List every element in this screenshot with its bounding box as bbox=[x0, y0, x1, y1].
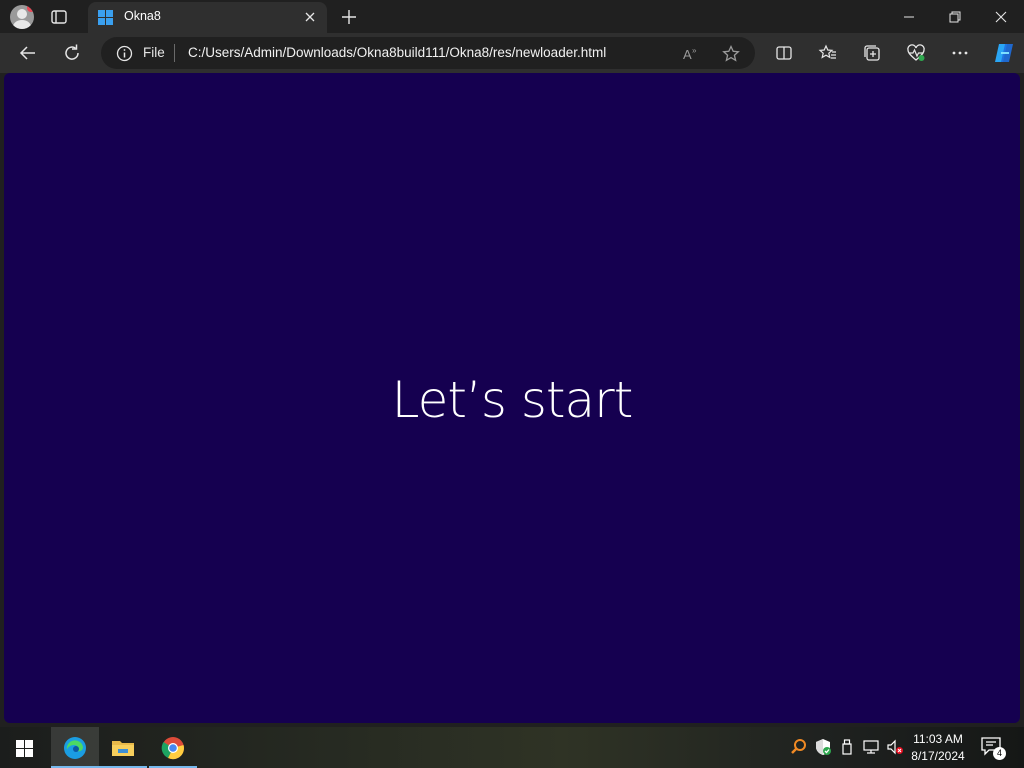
chrome-icon bbox=[161, 737, 184, 760]
copilot-icon[interactable] bbox=[990, 39, 1016, 65]
network-icon[interactable] bbox=[862, 738, 880, 756]
close-window-icon[interactable] bbox=[978, 0, 1024, 33]
new-tab-icon[interactable] bbox=[338, 6, 360, 28]
browser-toolbar: File C:/Users/Admin/Downloads/Okna8build… bbox=[0, 33, 1024, 73]
add-favorite-star-icon[interactable] bbox=[721, 44, 741, 64]
address-bar[interactable]: File C:/Users/Admin/Downloads/Okna8build… bbox=[101, 37, 755, 69]
tab-okna8[interactable]: Okna8 bbox=[88, 2, 327, 33]
tab-title: Okna8 bbox=[124, 9, 161, 23]
windows-start-icon bbox=[16, 740, 33, 757]
tab-actions-icon[interactable] bbox=[49, 7, 69, 27]
start-button[interactable] bbox=[0, 727, 48, 768]
clock-time: 11:03 AM bbox=[913, 732, 963, 746]
minimize-window-icon[interactable] bbox=[886, 0, 932, 33]
close-tab-icon[interactable] bbox=[301, 8, 319, 26]
edge-icon bbox=[64, 737, 86, 759]
windows-security-shield-icon[interactable] bbox=[814, 738, 832, 756]
split-screen-icon[interactable] bbox=[772, 41, 796, 65]
clock-date: 8/17/2024 bbox=[911, 749, 965, 763]
browser-tab-strip: Okna8 bbox=[0, 0, 1024, 33]
svg-text:A: A bbox=[683, 47, 692, 62]
usb-device-icon[interactable] bbox=[838, 738, 856, 756]
site-scheme-label[interactable]: File bbox=[143, 45, 165, 60]
page-viewport: Let’s start bbox=[4, 73, 1020, 723]
page-headline: Let’s start bbox=[391, 371, 634, 429]
info-icon[interactable] bbox=[116, 45, 133, 62]
address-divider bbox=[174, 44, 175, 62]
taskbar-app-chrome[interactable] bbox=[149, 727, 197, 768]
url-text[interactable]: C:/Users/Admin/Downloads/Okna8build111/O… bbox=[188, 45, 606, 60]
system-clock[interactable]: 11:03 AM 8/17/2024 bbox=[904, 731, 972, 765]
windows-taskbar: 11:03 AM 8/17/2024 4 bbox=[0, 727, 1024, 768]
search-magnifier-icon[interactable] bbox=[790, 738, 808, 756]
windows-logo-icon bbox=[98, 10, 113, 25]
svg-text:»: » bbox=[692, 46, 697, 55]
more-options-icon[interactable] bbox=[948, 41, 972, 65]
volume-muted-icon[interactable] bbox=[886, 738, 904, 756]
favorites-icon[interactable] bbox=[816, 41, 840, 65]
folder-icon bbox=[112, 741, 134, 756]
back-arrow-icon[interactable] bbox=[16, 41, 40, 65]
refresh-icon[interactable] bbox=[60, 41, 84, 65]
profile-avatar-icon[interactable] bbox=[10, 5, 34, 29]
notification-count-badge: 4 bbox=[993, 747, 1006, 760]
restore-window-icon[interactable] bbox=[932, 0, 978, 33]
collections-icon[interactable] bbox=[860, 41, 884, 65]
action-center-button[interactable]: 4 bbox=[980, 735, 1006, 761]
taskbar-app-edge[interactable] bbox=[51, 727, 99, 768]
taskbar-app-file-explorer[interactable] bbox=[99, 727, 147, 768]
read-aloud-icon[interactable]: A» bbox=[681, 44, 701, 64]
browser-essentials-icon[interactable] bbox=[904, 41, 928, 65]
